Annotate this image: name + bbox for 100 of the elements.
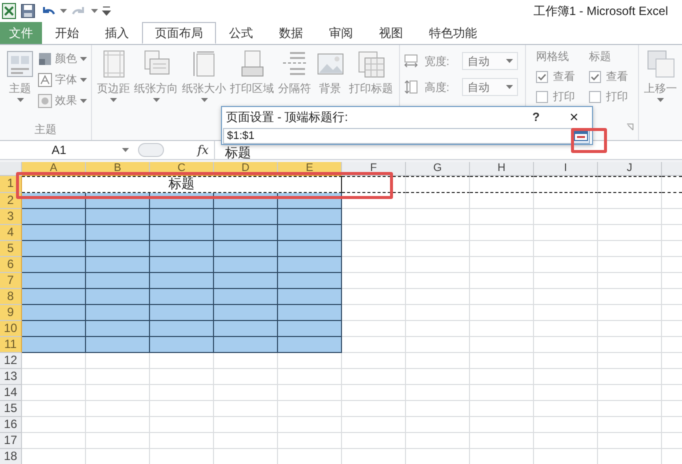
table-cell[interactable]: [86, 225, 150, 241]
row-header[interactable]: 9: [0, 305, 22, 321]
table-cell[interactable]: [278, 209, 342, 225]
row-header[interactable]: 2: [0, 193, 22, 209]
expand-handle[interactable]: [138, 143, 164, 157]
table-cell[interactable]: [278, 321, 342, 337]
row-header[interactable]: 17: [0, 433, 22, 449]
table-cell[interactable]: [470, 176, 534, 193]
theme-option-button[interactable]: 颜色: [38, 51, 87, 66]
customize-menu-icon[interactable]: [102, 6, 111, 16]
table-cell[interactable]: [86, 289, 150, 305]
checkbox-option[interactable]: 查看: [536, 69, 575, 84]
table-cell[interactable]: [22, 305, 86, 321]
row-header[interactable]: 6: [0, 257, 22, 273]
table-cell[interactable]: [278, 241, 342, 257]
caret-icon[interactable]: [60, 9, 67, 13]
row-header[interactable]: 4: [0, 225, 22, 241]
table-cell[interactable]: [150, 305, 214, 321]
table-cell[interactable]: [86, 241, 150, 257]
file-tab[interactable]: 文件: [0, 22, 42, 44]
table-cell[interactable]: [150, 241, 214, 257]
ribbon-tab[interactable]: 视图: [366, 22, 416, 44]
table-cell[interactable]: [278, 289, 342, 305]
table-cell[interactable]: [278, 257, 342, 273]
table-cell[interactable]: [22, 225, 86, 241]
table-cell[interactable]: [150, 257, 214, 273]
table-cell[interactable]: [214, 321, 278, 337]
insert-function-button[interactable]: fx: [192, 143, 214, 157]
ribbon-tab[interactable]: 特色功能: [416, 22, 490, 44]
table-cell[interactable]: [86, 257, 150, 273]
row-header[interactable]: 16: [0, 417, 22, 433]
column-header[interactable]: G: [406, 162, 470, 176]
ribbon-tab[interactable]: 开始: [42, 22, 92, 44]
table-cell[interactable]: [150, 273, 214, 289]
column-header[interactable]: I: [534, 162, 598, 176]
row-header[interactable]: 10: [0, 321, 22, 337]
column-header[interactable]: H: [470, 162, 534, 176]
table-cell[interactable]: [22, 321, 86, 337]
table-cell[interactable]: [278, 225, 342, 241]
checkbox-icon[interactable]: [536, 90, 548, 102]
dropdown-field[interactable]: 自动: [462, 52, 518, 70]
table-cell[interactable]: [86, 209, 150, 225]
table-cell[interactable]: [86, 337, 150, 353]
caret-icon[interactable]: [122, 148, 128, 152]
row-header[interactable]: 14: [0, 385, 22, 401]
range-input-field[interactable]: $1:$1: [223, 128, 572, 144]
ribbon-tab[interactable]: 公式: [216, 22, 266, 44]
table-cell[interactable]: [214, 289, 278, 305]
table-cell[interactable]: [214, 225, 278, 241]
checked-checkbox-icon[interactable]: [536, 70, 548, 82]
ribbon-tab[interactable]: 数据: [266, 22, 316, 44]
table-cell[interactable]: [150, 289, 214, 305]
select-all-button[interactable]: [0, 162, 22, 176]
dialog-launcher-icon[interactable]: [626, 123, 634, 131]
page-setup-button[interactable]: 页边距: [96, 49, 131, 122]
table-cell[interactable]: [214, 273, 278, 289]
checkbox-option[interactable]: 打印: [536, 89, 575, 104]
checked-checkbox-icon[interactable]: [589, 70, 601, 82]
table-cell[interactable]: [214, 209, 278, 225]
bring-forward-button[interactable]: 上移一: [643, 49, 678, 140]
table-cell[interactable]: [214, 305, 278, 321]
table-cell[interactable]: [22, 273, 86, 289]
table-cell[interactable]: [214, 337, 278, 353]
table-cell[interactable]: [534, 176, 598, 193]
table-cell[interactable]: [278, 305, 342, 321]
table-cell[interactable]: [86, 273, 150, 289]
checkbox-option[interactable]: 打印: [589, 89, 628, 104]
table-cell[interactable]: [406, 176, 470, 193]
dropdown-field[interactable]: 自动: [462, 78, 518, 96]
checkbox-icon[interactable]: [589, 90, 601, 102]
table-cell[interactable]: [150, 209, 214, 225]
row-header[interactable]: 12: [0, 353, 22, 369]
row-header[interactable]: 13: [0, 369, 22, 385]
theme-option-button[interactable]: 字体: [38, 72, 87, 87]
checkbox-option[interactable]: 查看: [589, 69, 628, 84]
spreadsheet-icon[interactable]: [2, 3, 16, 19]
column-header[interactable]: J: [598, 162, 662, 176]
table-cell[interactable]: [278, 337, 342, 353]
table-cell[interactable]: [22, 289, 86, 305]
close-button[interactable]: ×: [556, 108, 592, 126]
table-cell[interactable]: [86, 305, 150, 321]
name-box[interactable]: A1: [0, 142, 118, 158]
row-header[interactable]: 3: [0, 209, 22, 225]
table-cell[interactable]: [22, 337, 86, 353]
help-button[interactable]: ?: [516, 109, 556, 125]
ribbon-tab[interactable]: 页面布局: [142, 22, 216, 44]
table-cell[interactable]: [598, 176, 662, 193]
table-cell[interactable]: [662, 176, 682, 193]
table-cell[interactable]: [22, 241, 86, 257]
page-setup-button[interactable]: 纸张大小: [181, 49, 227, 122]
save-icon[interactable]: [20, 3, 36, 19]
table-cell[interactable]: [278, 273, 342, 289]
themes-button[interactable]: 主题: [4, 49, 36, 122]
theme-option-button[interactable]: 效果: [38, 93, 87, 108]
table-cell[interactable]: [150, 321, 214, 337]
table-cell[interactable]: [214, 257, 278, 273]
row-header[interactable]: 18: [0, 449, 22, 464]
row-header[interactable]: 15: [0, 401, 22, 417]
table-cell[interactable]: [150, 225, 214, 241]
row-header[interactable]: 5: [0, 241, 22, 257]
